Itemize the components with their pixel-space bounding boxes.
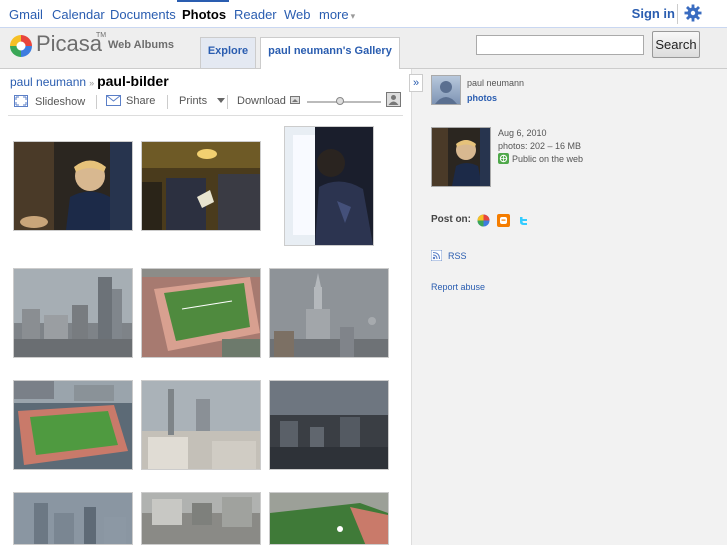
breadcrumb-separator: » [89,78,95,88]
photo-thumbnail[interactable] [284,126,374,246]
chevron-down-icon: ▾ [350,11,356,21]
twitter-icon[interactable] [517,214,530,227]
gear-icon[interactable] [677,4,704,24]
zoom-out-icon[interactable] [290,94,301,105]
picasa-header: Picasa TM Web Albums Explore paul neuman… [0,28,727,69]
album-date: Aug 6, 2010 [498,128,547,138]
envelope-icon [106,95,121,106]
album-info-sidebar: paul neumann photos Aug 6, 2010 photos: … [411,69,727,545]
toolbar-divider-line [8,115,403,116]
chevron-down-icon [217,98,226,103]
nav-more-menu[interactable]: more ▾ [319,7,355,22]
thumbnail-size-slider[interactable] [307,101,381,103]
prints-dropdown[interactable]: Prints [179,95,226,107]
toolbar-divider [227,95,228,109]
album-cover-image [432,128,490,186]
tab-explore[interactable]: Explore [200,37,256,68]
prints-label: Prints [179,95,208,107]
photo-image [142,142,260,230]
blogger-icon[interactable] [497,214,510,227]
photo-image [14,269,132,357]
owner-name: paul neumann [467,78,525,88]
sidebar-collapse-toggle[interactable]: » [409,74,423,92]
photo-thumbnail[interactable] [13,380,133,470]
nav-link-photos[interactable]: Photos [182,7,226,22]
photo-image [285,127,373,245]
post-on-label: Post on: [431,214,471,225]
photo-thumbnail[interactable] [269,268,389,358]
person-silhouette-icon [435,81,457,104]
zoom-in-icon[interactable] [386,92,401,107]
slideshow-button[interactable]: Slideshow [14,95,85,108]
globe-icon [498,153,509,164]
visibility-label: Public on the web [512,154,584,164]
download-button[interactable]: Download [237,95,286,107]
rss-icon [430,249,443,262]
nav-link-calendar[interactable]: Calendar [52,7,105,22]
google-buzz-icon[interactable] [477,214,490,227]
more-label: more [319,7,349,22]
search-button[interactable]: Search [652,31,700,58]
photo-image [270,269,388,357]
photo-image [270,381,388,469]
photo-thumbnail[interactable] [13,492,133,545]
share-label: Share [126,95,156,107]
avatar[interactable] [431,75,461,105]
rss-label: RSS [448,251,467,261]
toolbar-divider [96,95,97,109]
photo-thumbnail[interactable] [141,380,261,470]
google-top-bar: Gmail Calendar Documents Photos Reader W… [0,0,727,28]
photo-image [14,142,132,230]
photo-thumbnail[interactable] [141,141,261,231]
search-input[interactable] [476,35,644,55]
nav-link-documents[interactable]: Documents [110,7,176,22]
photo-image [142,493,260,544]
breadcrumb-user-link[interactable]: paul neumann [10,75,86,89]
album-toolbar: Slideshow Share Prints Download [14,92,404,111]
photo-thumbnail[interactable] [13,141,133,231]
sign-in-link[interactable]: Sign in [632,6,675,21]
photo-image [14,381,132,469]
slideshow-icon [14,95,28,107]
photo-thumbnail[interactable] [141,268,261,358]
slideshow-label: Slideshow [35,96,86,108]
report-abuse-link[interactable]: Report abuse [431,282,485,292]
photo-image [142,381,260,469]
picasa-logo-text: Picasa [36,31,103,56]
photo-thumbnail[interactable] [13,268,133,358]
album-cover[interactable] [431,127,491,187]
picasa-logo-subtitle: Web Albums [108,39,175,51]
owner-photos-link[interactable]: photos [467,93,497,103]
nav-link-gmail[interactable]: Gmail [9,7,43,22]
rss-link[interactable]: RSS [430,249,467,262]
share-button[interactable]: Share [106,95,155,107]
visibility-status: Public on the web [498,153,583,164]
nav-link-web[interactable]: Web [284,7,311,22]
photo-thumbnail[interactable] [141,492,261,545]
breadcrumb: paul neumann» paul-bilder [10,73,169,89]
toolbar-divider [167,95,168,109]
photo-image [14,493,132,544]
album-title: paul-bilder [97,73,169,89]
photo-image [142,269,260,357]
photo-thumbnail[interactable] [269,492,389,545]
picasa-trademark: TM [96,32,107,39]
picasa-logo-icon[interactable] [9,34,33,63]
slider-handle[interactable] [336,97,345,105]
tab-gallery[interactable]: paul neumann's Gallery [260,37,400,69]
photo-thumbnail[interactable] [269,380,389,470]
nav-link-reader[interactable]: Reader [234,7,277,22]
selected-service-indicator [177,0,229,2]
album-stats: photos: 202 – 16 MB [498,141,582,151]
photo-image [270,493,388,544]
